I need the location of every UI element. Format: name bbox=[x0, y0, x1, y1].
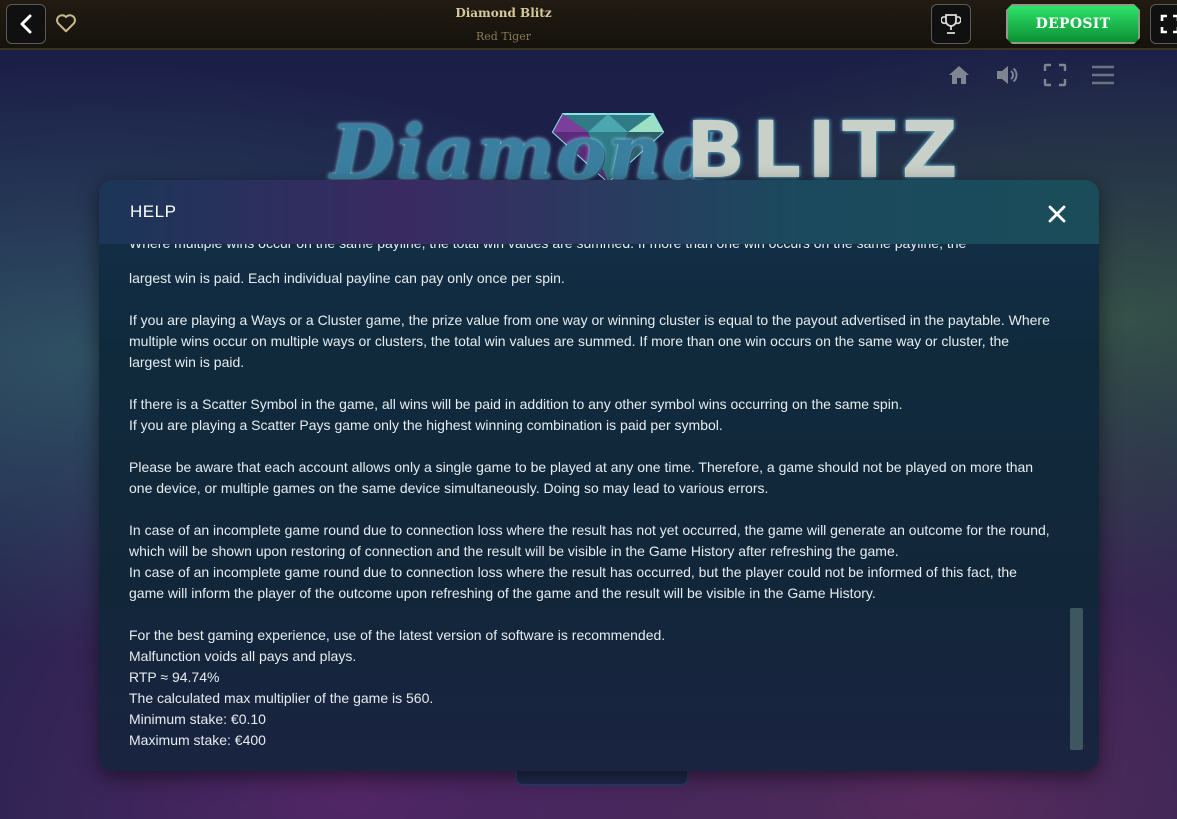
partial-text-line: Where multiple wins occur on the same pa… bbox=[129, 244, 1069, 254]
fullscreen-icon bbox=[1160, 14, 1177, 34]
help-text-line: Minimum stake: €0.10 bbox=[129, 711, 266, 727]
help-title: HELP bbox=[130, 202, 177, 221]
help-text-line: largest win is paid. bbox=[129, 354, 245, 370]
help-paragraph: If you are playing a Ways or a Cluster g… bbox=[129, 310, 1059, 373]
fullscreen-button[interactable] bbox=[1150, 4, 1177, 44]
help-text-line: one device, or multiple games on the sam… bbox=[129, 480, 769, 496]
trophy-icon bbox=[941, 14, 961, 34]
close-icon bbox=[1048, 205, 1066, 223]
chevron-left-icon bbox=[20, 14, 32, 34]
help-paragraph: If there is a Scatter Symbol in the game… bbox=[129, 394, 1059, 436]
top-bar: Diamond Blitz Red Tiger DEPOSIT bbox=[0, 0, 1177, 50]
help-paragraph: largest win is paid. Each individual pay… bbox=[129, 268, 1059, 289]
fullscreen-game-icon[interactable] bbox=[1042, 62, 1068, 88]
help-text-line: If you are playing a Scatter Pays game o… bbox=[129, 417, 723, 433]
game-title-block: Diamond Blitz Red Tiger bbox=[400, 6, 607, 43]
back-button[interactable] bbox=[6, 4, 46, 44]
help-text-line: Maximum stake: €400 bbox=[129, 732, 266, 748]
help-text-line: In case of an incomplete game round due … bbox=[129, 522, 1050, 538]
help-text-line: For the best gaming experience, use of t… bbox=[129, 627, 666, 643]
help-modal: HELP Where multiple wins occur on the sa… bbox=[99, 180, 1099, 771]
menu-icon[interactable] bbox=[1090, 62, 1116, 88]
sound-icon[interactable] bbox=[994, 62, 1020, 88]
close-button[interactable] bbox=[1045, 202, 1069, 226]
game-title: Diamond Blitz bbox=[455, 6, 552, 20]
help-text-line: If there is a Scatter Symbol in the game… bbox=[129, 396, 903, 412]
help-content[interactable]: Where multiple wins occur on the same pa… bbox=[129, 244, 1069, 754]
help-text-line: In case of an incomplete game round due … bbox=[129, 564, 1017, 580]
help-paragraph: Please be aware that each account allows… bbox=[129, 457, 1059, 499]
trophy-button[interactable] bbox=[931, 4, 971, 44]
help-paragraph: For the best gaming experience, use of t… bbox=[129, 625, 1059, 751]
deposit-button[interactable]: DEPOSIT bbox=[1006, 4, 1140, 44]
scrollbar-thumb[interactable] bbox=[1070, 608, 1083, 750]
help-text-line: Please be aware that each account allows… bbox=[129, 459, 1034, 475]
help-text-line: game will inform the player of the outco… bbox=[129, 585, 876, 601]
game-provider: Red Tiger bbox=[476, 30, 531, 43]
help-text-line: multiple wins occur on multiple ways or … bbox=[129, 333, 1010, 349]
help-modal-header: HELP bbox=[99, 180, 1099, 244]
help-text-line: The calculated max multiplier of the gam… bbox=[129, 690, 434, 706]
help-text-line: If you are playing a Ways or a Cluster g… bbox=[129, 312, 1050, 328]
home-icon[interactable] bbox=[946, 62, 972, 88]
help-text-line: which will be shown upon restoring of co… bbox=[129, 543, 899, 559]
help-text-line: Malfunction voids all pays and plays. bbox=[129, 648, 357, 664]
help-text-line: RTP ≈ 94.74% bbox=[129, 669, 220, 685]
help-paragraph: In case of an incomplete game round due … bbox=[129, 520, 1059, 604]
help-paragraphs: largest win is paid. Each individual pay… bbox=[129, 268, 1059, 754]
heart-icon[interactable] bbox=[55, 12, 77, 34]
help-text-line: largest win is paid. Each individual pay… bbox=[129, 270, 565, 286]
